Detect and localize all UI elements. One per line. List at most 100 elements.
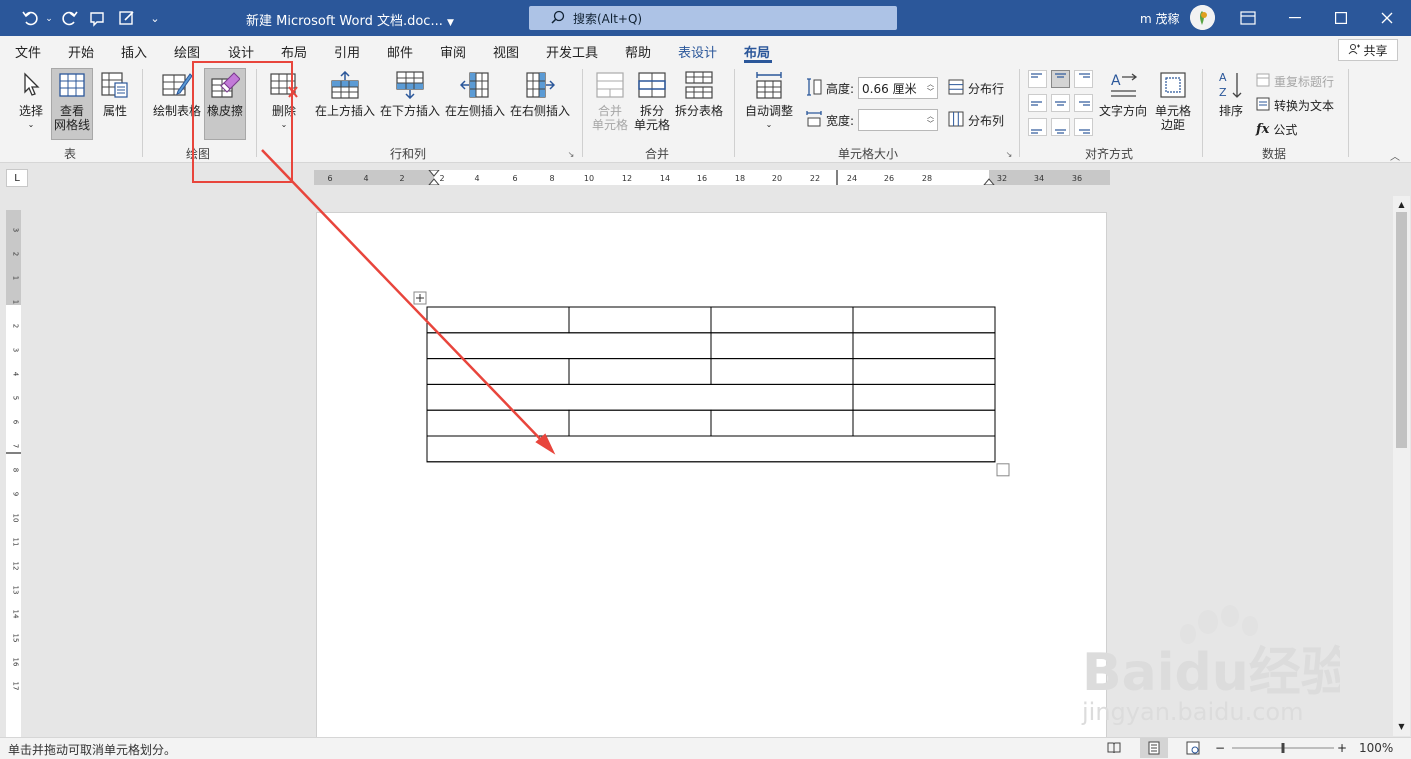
tab-review[interactable]: 审阅 [440,42,466,61]
formula-button[interactable]: fx 公式 [1256,121,1297,138]
align-cell-icon[interactable] [1074,70,1093,88]
user-name[interactable]: m 茂稼 [1140,10,1180,27]
select-button[interactable]: 选择 ⌄ [12,69,50,132]
web-layout-icon[interactable] [1184,740,1202,756]
align-cell-icon[interactable] [1051,94,1070,112]
merge-cells-button[interactable]: 合并 单元格 [589,69,631,132]
share-label: 共享 [1363,43,1388,58]
scroll-thumb[interactable] [1396,212,1407,448]
search-box[interactable]: 搜索(Alt+Q) [529,6,897,30]
insert-above-button[interactable]: 在上方插入 [313,69,377,118]
cursor-icon [15,69,47,101]
tab-design[interactable]: 设计 [228,42,254,61]
spinner-icon[interactable]: ︿ ﹀ [927,80,937,96]
document-title[interactable]: 新建 Microsoft Word 文档.doc... ▼ [246,10,454,29]
align-cell-icon[interactable] [1028,70,1047,88]
tab-draw[interactable]: 绘图 [174,42,200,61]
redo-icon[interactable] [58,8,80,28]
dialog-launcher-icon[interactable]: ↘ [566,149,576,159]
avatar[interactable] [1190,5,1215,30]
maximize-icon[interactable] [1329,8,1353,28]
group-label-table: 表 [64,147,77,161]
split-cells-button[interactable]: 拆分 单元格 [631,69,673,132]
draw-table-button[interactable]: 绘制表格 [150,69,204,118]
zoom-out-icon[interactable]: − [1214,740,1226,756]
tab-layout[interactable]: 布局 [281,42,307,61]
ruler-tick-label: 2 [399,174,404,183]
undo-dropdown-icon[interactable]: ⌄ [44,12,54,26]
height-input[interactable]: 0.66 厘米 ︿ ﹀ [858,77,939,99]
sort-button[interactable]: AZ 排序 [1212,69,1250,118]
tab-view[interactable]: 视图 [493,42,519,61]
distribute-cols-button[interactable]: 分布列 [948,111,1004,130]
close-icon[interactable] [1375,8,1399,28]
align-cell-icon[interactable] [1074,94,1093,112]
properties-button[interactable]: 属性 [96,69,134,118]
zoom-in-icon[interactable]: + [1336,740,1348,756]
group-label-data: 数据 [1262,147,1287,161]
customize-qat-icon[interactable]: ⌄ [148,10,162,26]
ruler-tick-label: 34 [1034,174,1044,183]
convert-text-label: 转换为文本 [1274,99,1335,113]
insert-left-button[interactable]: 在左侧插入 [443,69,507,118]
distribute-rows-button[interactable]: 分布行 [948,79,1004,98]
align-cell-icon[interactable] [1051,70,1070,88]
collapse-ribbon-icon[interactable]: ︿ [1388,149,1402,163]
scroll-down-icon[interactable]: ▼ [1393,718,1410,734]
tab-home[interactable]: 开始 [68,42,94,61]
share-button[interactable]: 共享 [1338,39,1398,61]
ruler-tick-label: 17 [12,682,20,691]
touch-mode-icon[interactable] [86,8,108,28]
row-height-control: 高度: 0.66 厘米 ︿ ﹀ [806,77,939,99]
ruler-tick-label: 1 [12,300,20,304]
spinner-icon[interactable]: ︿ ﹀ [927,112,937,128]
view-gridlines-button[interactable]: 查看 网格线 [51,68,93,140]
zoom-slider[interactable] [1232,740,1334,756]
tab-references[interactable]: 引用 [334,42,360,61]
dialog-launcher-icon[interactable]: ↘ [1004,149,1014,159]
tab-table-layout[interactable]: 布局 [744,42,770,61]
tab-file[interactable]: 文件 [15,42,41,61]
document-page[interactable] [316,212,1107,742]
tab-selector-icon[interactable]: L [6,169,28,187]
edit-doc-icon[interactable] [116,8,138,28]
autofit-button[interactable]: 自动调整 ⌄ [742,69,796,132]
tab-developer[interactable]: 开发工具 [546,42,598,61]
repeat-header-button[interactable]: 重复标题行 [1256,73,1334,90]
tab-insert[interactable]: 插入 [121,42,147,61]
tab-table-design[interactable]: 表设计 [678,42,717,61]
chevron-down-icon: ⌄ [280,120,288,129]
align-cell-icon[interactable] [1051,118,1070,136]
scroll-up-icon[interactable]: ▲ [1393,196,1410,212]
cell-margins-button[interactable]: 单元格 边距 [1150,69,1196,132]
group-label-alignment: 对齐方式 [1085,147,1134,161]
align-cell-icon[interactable] [1028,94,1047,112]
eraser-button[interactable]: 橡皮擦 [204,68,246,140]
ribbon-display-options-icon[interactable] [1236,8,1260,28]
ruler-tick-label: 13 [12,586,20,595]
split-table-label: 拆分表格 [674,104,723,118]
horizontal-ruler[interactable]: 6 4 2 2 4 6 8 10 12 14 16 18 20 22 24 26 28 32 34 36 [314,169,1110,186]
split-table-button[interactable]: 拆分表格 [673,69,725,118]
insert-right-button[interactable]: 在右侧插入 [508,69,572,118]
minimize-icon[interactable] [1283,8,1307,28]
align-cell-icon[interactable] [1028,118,1047,136]
tab-mailings[interactable]: 邮件 [387,42,413,61]
repeat-header-icon [1256,73,1270,90]
vertical-ruler[interactable]: 3 2 1 1 2 3 4 5 6 7 8 9 10 11 12 13 14 15 16 17 [0,210,31,738]
zoom-level[interactable]: 100% [1359,741,1393,755]
convert-to-text-button[interactable]: 转换为文本 [1256,97,1334,114]
vertical-scrollbar[interactable]: ▲ ▼ [1393,196,1410,736]
undo-icon[interactable] [20,8,42,28]
text-direction-button[interactable]: A 文字方向 [1097,69,1149,118]
width-input[interactable]: ︿ ﹀ [858,109,939,131]
text-direction-label: 文字方向 [1098,104,1147,118]
align-cell-icon[interactable] [1074,118,1093,136]
print-layout-icon[interactable] [1140,738,1168,758]
read-mode-icon[interactable] [1106,740,1122,756]
insert-below-button[interactable]: 在下方插入 [378,69,442,118]
delete-button[interactable]: 删除 ⌄ [264,69,304,132]
pencil-table-icon [161,69,193,101]
ruler-tick-label: 8 [12,468,20,472]
tab-help[interactable]: 帮助 [625,42,651,61]
